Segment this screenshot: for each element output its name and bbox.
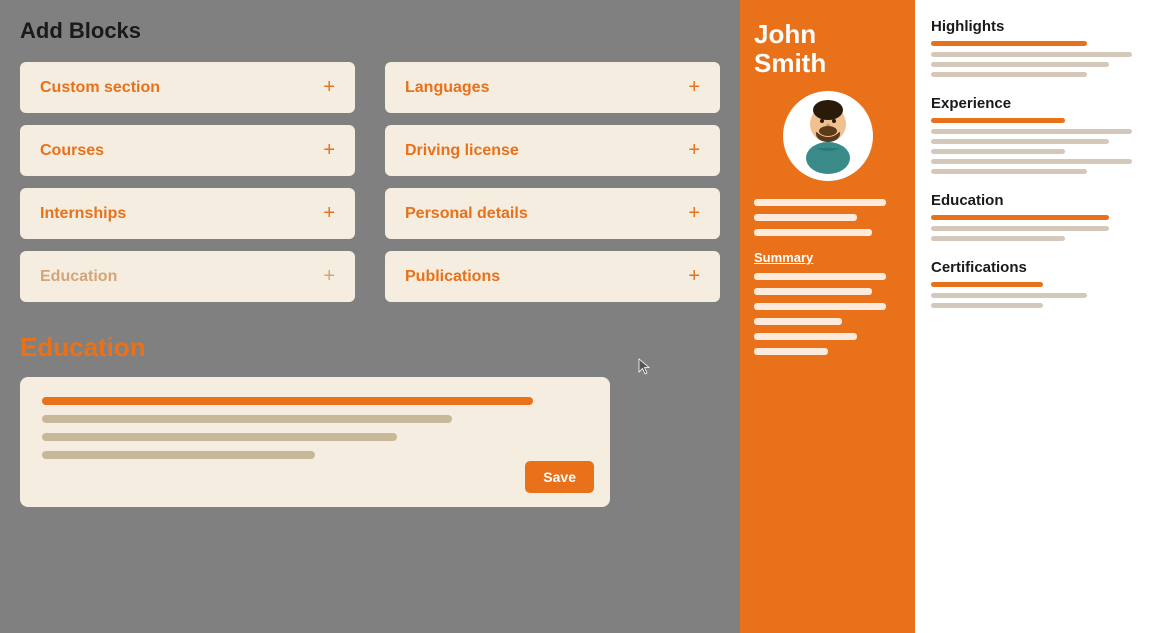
education-form: Save <box>20 377 610 507</box>
right-section-education: Education <box>931 192 1154 241</box>
education-heading: Education <box>20 332 720 363</box>
block-internships[interactable]: Internships + <box>20 188 355 239</box>
content-line <box>931 62 1109 67</box>
section-accent-line <box>931 118 1065 123</box>
summary-lines <box>754 273 901 355</box>
summary-label: Summary <box>754 250 901 265</box>
block-personal-details[interactable]: Personal details + <box>385 188 720 239</box>
plus-icon: + <box>323 139 335 162</box>
resume-sidebar-lines <box>754 199 901 236</box>
plus-icon: + <box>323 76 335 99</box>
section-accent-line <box>931 215 1109 220</box>
plus-icon: + <box>688 202 700 225</box>
summary-line <box>754 273 886 280</box>
right-section-highlights: Highlights <box>931 18 1154 77</box>
form-line-3 <box>42 451 315 459</box>
right-section-experience: Experience <box>931 95 1154 174</box>
summary-line <box>754 303 886 310</box>
summary-line <box>754 288 872 295</box>
content-line <box>931 129 1132 134</box>
content-line <box>931 149 1065 154</box>
right-section-certifications: Certifications <box>931 259 1154 308</box>
section-title-experience: Experience <box>931 95 1154 112</box>
summary-line <box>754 318 842 325</box>
block-custom-section[interactable]: Custom section + <box>20 62 355 113</box>
block-publications[interactable]: Publications + <box>385 251 720 302</box>
resume-name: John Smith <box>754 20 901 77</box>
section-title-certifications: Certifications <box>931 259 1154 276</box>
plus-icon: + <box>688 139 700 162</box>
avatar <box>783 91 873 181</box>
content-line <box>931 236 1065 241</box>
content-line <box>931 303 1043 308</box>
content-line <box>931 159 1132 164</box>
content-line <box>931 52 1132 57</box>
section-title-education: Education <box>931 192 1154 209</box>
section-accent-line <box>931 41 1087 46</box>
sidebar-line <box>754 214 857 221</box>
resume-preview: John Smith <box>740 0 1170 633</box>
plus-icon: + <box>323 265 335 288</box>
form-line-1 <box>42 415 452 423</box>
content-line <box>931 139 1109 144</box>
form-line-2 <box>42 433 397 441</box>
resume-sidebar: John Smith <box>740 0 915 633</box>
block-education[interactable]: Education + <box>20 251 355 302</box>
plus-icon: + <box>688 76 700 99</box>
page-title: Add Blocks <box>20 18 720 44</box>
section-title-highlights: Highlights <box>931 18 1154 35</box>
plus-icon: + <box>688 265 700 288</box>
blocks-grid: Custom section + Languages + Courses + D… <box>20 62 720 302</box>
form-line-orange <box>42 397 533 405</box>
education-section: Education Save <box>20 332 720 507</box>
content-line <box>931 293 1087 298</box>
block-languages[interactable]: Languages + <box>385 62 720 113</box>
content-line <box>931 226 1109 231</box>
content-line <box>931 72 1087 77</box>
content-line <box>931 169 1087 174</box>
summary-line <box>754 348 828 355</box>
sidebar-line <box>754 229 872 236</box>
block-courses[interactable]: Courses + <box>20 125 355 176</box>
sidebar-line <box>754 199 886 206</box>
block-driving-license[interactable]: Driving license + <box>385 125 720 176</box>
save-button[interactable]: Save <box>525 461 594 493</box>
resume-content: Highlights Experience Education Certific… <box>915 0 1170 633</box>
summary-line <box>754 333 857 340</box>
left-panel: Add Blocks Custom section + Languages + … <box>0 0 740 633</box>
plus-icon: + <box>323 202 335 225</box>
section-accent-line <box>931 282 1043 287</box>
